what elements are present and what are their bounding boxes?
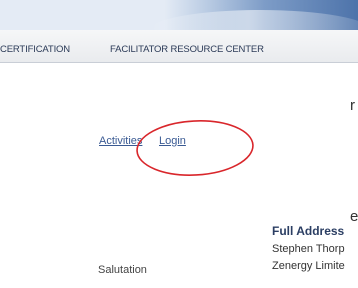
nav-item-certification[interactable]: CERTIFICATION: [0, 44, 70, 55]
nav-item-facilitator-resource-center[interactable]: FACILITATOR RESOURCE CENTER: [110, 44, 264, 55]
clipped-text-fragment: r: [350, 97, 355, 114]
top-nav-bar: CERTIFICATION FACILITATOR RESOURCE CENTE…: [0, 30, 358, 63]
address-line: Zenergy Limite: [272, 260, 345, 272]
full-address-heading: Full Address: [272, 224, 345, 238]
page: CERTIFICATION FACILITATOR RESOURCE CENTE…: [0, 0, 358, 288]
salutation-label: Salutation: [98, 264, 147, 276]
address-line: Stephen Thorp: [272, 243, 345, 255]
clipped-text-fragment: e: [350, 208, 358, 225]
login-highlight-circle: [136, 120, 254, 176]
header-banner: [0, 0, 358, 50]
